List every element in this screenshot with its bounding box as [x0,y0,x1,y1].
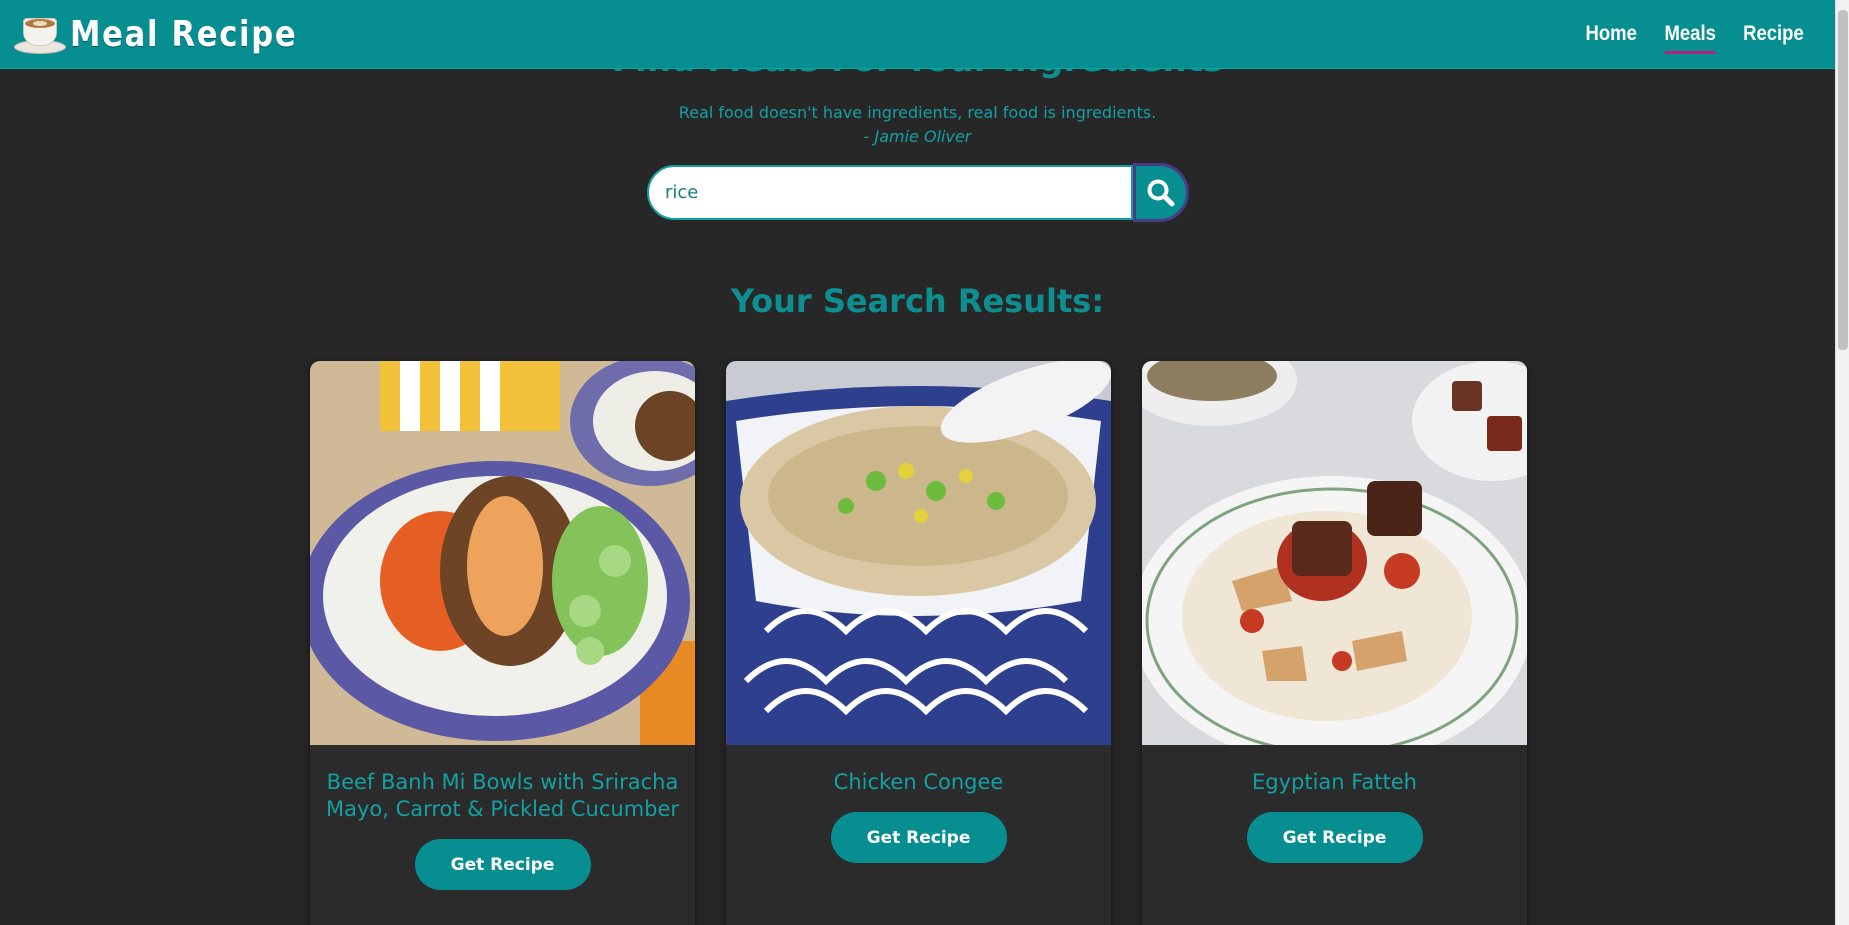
brand[interactable]: Meal Recipe [14,12,337,56]
card-title: Egyptian Fatteh [1252,770,1417,794]
results-heading: Your Search Results: [730,282,1105,320]
nav-recipe-link[interactable]: Recipe [1743,22,1804,48]
quote-author: - Jamie Oliver [863,127,972,146]
search-icon [1147,179,1175,206]
card-title: Chicken Congee [833,770,1004,794]
get-recipe-button[interactable]: Get Recipe [414,839,591,890]
get-recipe-button[interactable]: Get Recipe [1246,812,1423,863]
egyptian-fatteh-photo[interactable] [1142,361,1527,745]
nav-meals-link[interactable]: Meals [1664,22,1716,54]
brand-title: Meal Recipe [70,13,298,55]
search-bar [647,163,1189,222]
meal-card: Beef Banh Mi Bowls with Sriracha Mayo, C… [310,361,695,925]
top-navbar: Meal Recipe Home Meals Recipe [0,0,1835,69]
card-title: Beef Banh Mi Bowls with Sriracha Mayo, C… [325,770,680,821]
meal-card: Egyptian Fatteh Get Recipe [1142,361,1527,925]
meal-card: Chicken Congee Get Recipe [726,361,1111,925]
quote-text: Real food doesn't have ingredients, real… [678,103,1157,122]
scrollbar-thumb[interactable] [1838,10,1848,350]
beef-banh-mi-bowl-photo[interactable] [310,361,695,745]
search-button[interactable] [1133,163,1189,222]
page-scrollbar[interactable] [1835,0,1849,925]
chicken-congee-photo[interactable] [726,361,1111,745]
nav-home-link[interactable]: Home [1586,22,1637,48]
search-input[interactable] [647,165,1133,220]
nav-links: Home Meals Recipe [1582,0,1808,69]
quote: Real food doesn't have ingredients, real… [0,101,1835,149]
coffee-cup-icon [14,12,68,56]
get-recipe-button[interactable]: Get Recipe [830,812,1007,863]
